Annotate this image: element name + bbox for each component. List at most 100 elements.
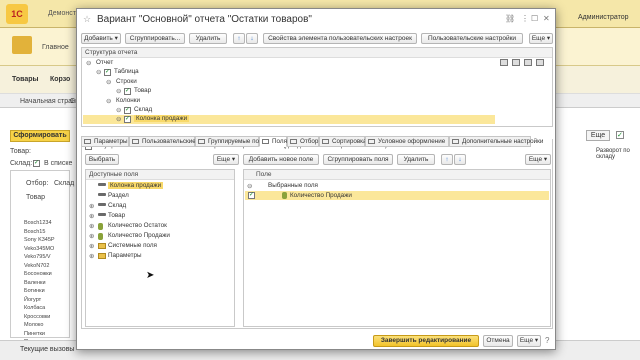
tab-settings-2[interactable]: Группируемые поля <box>195 136 266 147</box>
tree-toggle-icon[interactable]: ⊖ <box>86 59 91 67</box>
table-row[interactable]: Bosch1234 <box>24 220 52 226</box>
group-button[interactable]: Сгруппировать... <box>125 33 185 44</box>
user-name[interactable]: Администратор <box>578 14 629 21</box>
cancel-button[interactable]: Отмена <box>483 335 513 347</box>
available-field-item[interactable]: Системные поля <box>108 242 157 249</box>
expand-icon[interactable]: ⊕ <box>89 222 94 230</box>
group-fields-button[interactable]: Сгруппировать поля <box>323 154 393 165</box>
expand-icon[interactable]: ⊕ <box>89 232 94 240</box>
table-row[interactable]: Кроссовки <box>24 314 50 320</box>
add-new-field-button[interactable]: Добавить новое поле <box>243 154 319 165</box>
tree-toggle-icon[interactable]: ⊖ <box>116 106 121 114</box>
structure-item-label[interactable]: Строки <box>116 78 137 85</box>
home-label[interactable]: Главное <box>42 44 69 51</box>
fields-more-right-button[interactable]: Еще ▾ <box>525 154 551 165</box>
footer-more-button[interactable]: Еще ▾ <box>517 335 541 347</box>
available-field-item[interactable]: Раздел <box>108 192 129 199</box>
structure-item-checkbox[interactable]: ✓ <box>124 88 131 96</box>
generate-button[interactable]: Сформировать <box>10 130 70 142</box>
section-cart[interactable]: Корзо <box>50 76 70 83</box>
table-row[interactable]: Колбаса <box>24 305 45 311</box>
table-row[interactable]: Sony K345P <box>24 237 55 243</box>
table-row[interactable]: Валенки <box>24 280 46 286</box>
table-row[interactable]: Veko795/V <box>24 254 51 260</box>
close-icon[interactable]: ✕ <box>543 14 550 23</box>
tree-toggle-icon[interactable]: ⊖ <box>116 87 121 95</box>
maximize-icon[interactable]: ☐ <box>531 14 538 23</box>
filter-icon[interactable] <box>512 59 520 66</box>
expand-icon[interactable]: ⊕ <box>89 202 94 210</box>
expand-icon[interactable]: ⊕ <box>89 212 94 220</box>
more-window-icon[interactable]: ⋮ <box>521 14 529 23</box>
tab-settings-0[interactable]: Параметры <box>81 136 129 147</box>
tab-settings-5[interactable]: Сортировка <box>319 136 367 147</box>
available-field-item[interactable]: Товар <box>108 212 125 219</box>
move-down-icon[interactable]: ↓ <box>246 33 258 44</box>
structure-item-checkbox[interactable]: ✓ <box>104 69 111 77</box>
available-field-item[interactable]: Количество Остаток <box>108 222 167 229</box>
available-field-item[interactable]: Количество Продажи <box>108 232 170 239</box>
tree-toggle-icon[interactable]: ⊖ <box>106 78 111 86</box>
tree-toggle-icon[interactable]: ⊖ <box>116 115 121 123</box>
link-icon[interactable]: ⛓ <box>505 14 515 23</box>
fields-delete-button[interactable]: Удалить <box>397 154 435 165</box>
structure-item-label[interactable]: Колонка продажи <box>134 115 190 123</box>
table-row[interactable]: Veko345MO <box>24 246 54 252</box>
structure-item-label[interactable]: Товар <box>134 87 151 94</box>
table-row[interactable]: Молоко <box>24 322 43 328</box>
warehouse-filter-checkbox[interactable]: ✓ <box>33 160 40 167</box>
table-row[interactable]: Bosch15 <box>24 229 45 235</box>
favorite-star-icon[interactable]: ☆ <box>83 14 91 25</box>
table-row[interactable]: Ботинки <box>24 288 45 294</box>
tab-start-page[interactable]: Начальная стран <box>20 98 76 105</box>
expand-icon[interactable]: ⊕ <box>89 252 94 260</box>
format-icon[interactable] <box>536 59 544 66</box>
home-icon[interactable] <box>12 36 32 54</box>
tree-toggle-icon[interactable]: ⊖ <box>106 97 111 105</box>
tab-settings-1[interactable]: Пользовательские поля <box>129 136 211 147</box>
help-icon[interactable]: ? <box>545 336 549 345</box>
report-more-button[interactable]: Еще <box>586 130 610 141</box>
resource-icon <box>98 233 103 240</box>
structure-item-checkbox[interactable]: ✓ <box>124 116 131 124</box>
table-row[interactable]: Йогурт <box>24 297 41 303</box>
table-row[interactable]: VekoN702 <box>24 263 49 269</box>
move-up-icon[interactable]: ↑ <box>233 33 245 44</box>
report-option-checkbox[interactable]: ✓ <box>616 131 624 139</box>
available-field-item[interactable]: Колонка продажи <box>108 182 164 189</box>
user-settings-button[interactable]: Пользовательские настройки <box>421 33 523 44</box>
fields-more-left-button[interactable]: Еще ▾ <box>213 154 239 165</box>
structure-item-label[interactable]: Склад <box>134 106 152 113</box>
tab-settings-6[interactable]: Условное оформление <box>365 136 449 147</box>
app-logo: 1C <box>6 4 28 24</box>
expand-icon[interactable]: ⊕ <box>89 242 94 250</box>
tab-settings-3[interactable]: Поля <box>259 136 287 147</box>
selected-field-checkbox[interactable]: ✓ <box>248 192 255 199</box>
select-button[interactable]: Выбрать <box>85 154 119 165</box>
add-button[interactable]: Добавить ▾ <box>81 33 121 44</box>
table-row[interactable]: Пинетки <box>24 331 45 337</box>
collapse-icon[interactable]: ⊖ <box>247 182 252 190</box>
tree-toggle-icon[interactable]: ⊖ <box>96 68 101 76</box>
available-field-item[interactable]: Параметры <box>108 252 142 259</box>
status-text[interactable]: Текущие вызовы <box>20 346 74 353</box>
element-properties-button[interactable]: Свойства элемента пользовательских настр… <box>263 33 417 44</box>
available-field-item[interactable]: Склад <box>108 202 126 209</box>
tab-settings-4[interactable]: Отбор <box>287 136 319 147</box>
structure-item-label[interactable]: Колонки <box>116 97 140 104</box>
selected-fields-group[interactable]: Выбранные поля <box>268 182 318 189</box>
tab-settings-7[interactable]: Дополнительные настройки <box>449 136 543 147</box>
structure-item-label[interactable]: Отчет <box>96 59 113 66</box>
structure-item-label[interactable]: Таблица <box>114 68 139 75</box>
field-up-icon[interactable]: ↑ <box>441 154 453 165</box>
settings-icon[interactable] <box>500 59 508 66</box>
section-products[interactable]: Товары <box>12 76 38 83</box>
structure-item-checkbox[interactable]: ✓ <box>124 107 131 114</box>
finish-editing-button[interactable]: Завершить редактирование <box>373 335 479 347</box>
more-button[interactable]: Еще ▾ <box>529 33 553 44</box>
tab-report[interactable]: С <box>70 98 75 105</box>
table-row[interactable]: Босоножки <box>24 271 52 277</box>
delete-button[interactable]: Удалить <box>189 33 227 44</box>
sort-icon[interactable] <box>524 59 532 66</box>
field-down-icon[interactable]: ↓ <box>454 154 466 165</box>
